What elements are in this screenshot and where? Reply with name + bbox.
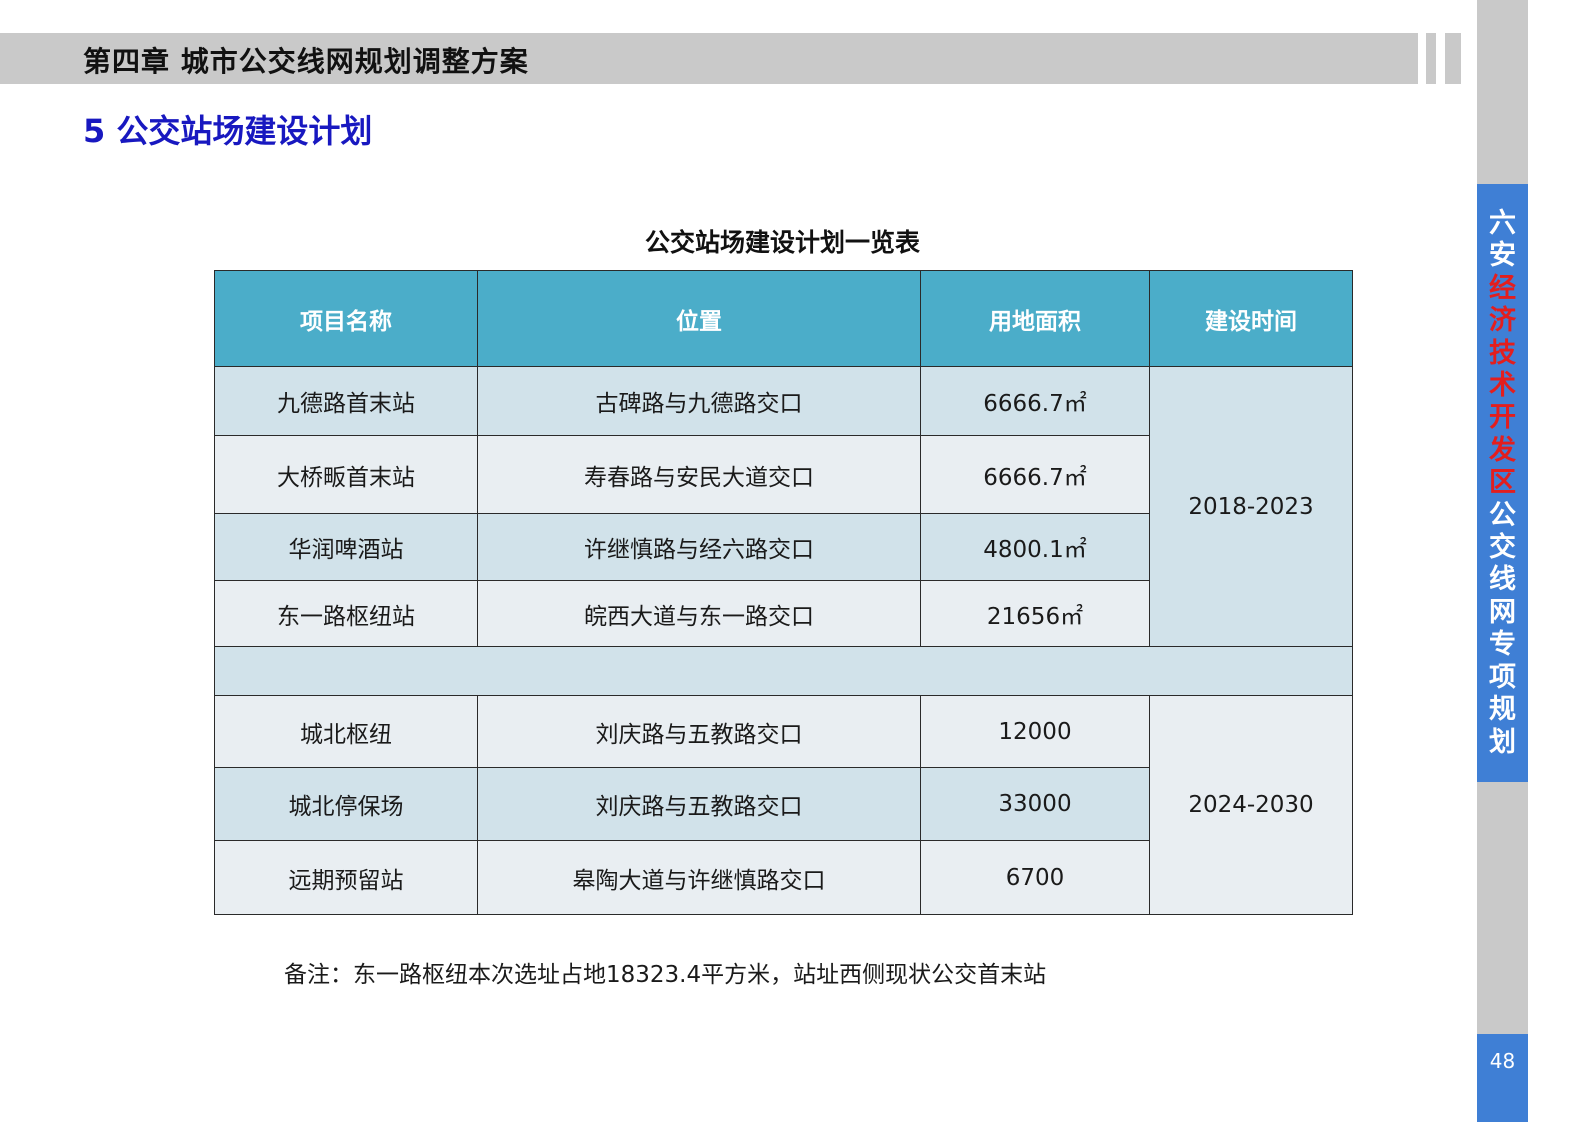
section-title: 5 公交站场建设计划 bbox=[83, 112, 373, 150]
side-title-char: 经 bbox=[1489, 272, 1516, 304]
side-title-char: 术 bbox=[1489, 370, 1516, 402]
chapter-title: 第四章 城市公交线网规划调整方案 bbox=[83, 45, 529, 78]
header-period: 建设时间 bbox=[1149, 270, 1353, 367]
side-title-char: 济 bbox=[1489, 305, 1516, 337]
header-stripe bbox=[1426, 33, 1436, 84]
side-title-char: 项 bbox=[1489, 661, 1516, 693]
cell-location: 寿春路与安民大道交口 bbox=[477, 435, 921, 514]
cell-location: 皋陶大道与许继慎路交口 bbox=[477, 840, 921, 915]
table-header-row: 项目名称 位置 用地面积 建设时间 bbox=[214, 270, 1353, 367]
cell-location: 古碑路与九德路交口 bbox=[477, 366, 921, 436]
side-title-char: 开 bbox=[1489, 402, 1516, 434]
station-plan-table: 项目名称 位置 用地面积 建设时间 九德路首末站 古碑路与九德路交口 6666.… bbox=[214, 270, 1353, 915]
cell-name: 远期预留站 bbox=[214, 840, 478, 915]
cell-area: 21656㎡ bbox=[920, 580, 1150, 647]
side-title-char: 安 bbox=[1489, 240, 1516, 272]
side-panel-top bbox=[1477, 0, 1528, 184]
spacer-cell bbox=[214, 646, 1353, 696]
cell-area: 12000 bbox=[920, 695, 1150, 768]
side-title-char: 区 bbox=[1489, 467, 1516, 499]
table-row: 城北枢纽 刘庆路与五教路交口 12000 2024-2030 bbox=[214, 695, 1353, 915]
cell-area: 6666.7㎡ bbox=[920, 366, 1150, 436]
cell-location: 刘庆路与五教路交口 bbox=[477, 695, 921, 768]
table-spacer-row bbox=[214, 646, 1353, 696]
side-title-char: 技 bbox=[1489, 337, 1516, 369]
cell-area: 33000 bbox=[920, 767, 1150, 841]
cell-name: 城北停保场 bbox=[214, 767, 478, 841]
side-title-char: 规 bbox=[1489, 694, 1516, 726]
side-title-char: 网 bbox=[1489, 596, 1516, 628]
cell-area: 4800.1㎡ bbox=[920, 513, 1150, 581]
side-panel-title: 六安经济技术开发区公交线网专项规划 bbox=[1477, 184, 1528, 782]
side-title-char: 六 bbox=[1489, 208, 1516, 239]
header-area: 用地面积 bbox=[920, 270, 1150, 367]
side-title-char: 线 bbox=[1489, 564, 1516, 596]
header-location: 位置 bbox=[477, 270, 921, 367]
cell-area: 6700 bbox=[920, 840, 1150, 915]
cell-period: 2024-2030 bbox=[1149, 695, 1353, 915]
page-number: 48 bbox=[1477, 1034, 1528, 1122]
side-title-char: 交 bbox=[1489, 532, 1516, 564]
cell-location: 许继慎路与经六路交口 bbox=[477, 513, 921, 581]
cell-name: 东一路枢纽站 bbox=[214, 580, 478, 647]
cell-location: 刘庆路与五教路交口 bbox=[477, 767, 921, 841]
cell-period: 2018-2023 bbox=[1149, 366, 1353, 647]
side-panel-bottom bbox=[1477, 782, 1528, 1034]
side-title-char: 划 bbox=[1489, 726, 1516, 758]
cell-area: 6666.7㎡ bbox=[920, 435, 1150, 514]
header-project-name: 项目名称 bbox=[214, 270, 478, 367]
cell-location: 皖西大道与东一路交口 bbox=[477, 580, 921, 647]
side-title-char: 发 bbox=[1489, 434, 1516, 466]
cell-name: 城北枢纽 bbox=[214, 695, 478, 768]
header-stripe bbox=[1445, 33, 1461, 84]
table-row: 九德路首末站 古碑路与九德路交口 6666.7㎡ 2018-2023 bbox=[214, 366, 1353, 647]
table-caption: 公交站场建设计划一览表 bbox=[644, 228, 920, 257]
side-title-char: 公 bbox=[1489, 499, 1516, 531]
cell-name: 九德路首末站 bbox=[214, 366, 478, 436]
side-title-char: 专 bbox=[1489, 629, 1516, 661]
cell-name: 大桥畈首末站 bbox=[214, 435, 478, 514]
table-note: 备注：东一路枢纽本次选址占地18323.4平方米，站址西侧现状公交首末站 bbox=[284, 962, 1047, 988]
cell-name: 华润啤酒站 bbox=[214, 513, 478, 581]
